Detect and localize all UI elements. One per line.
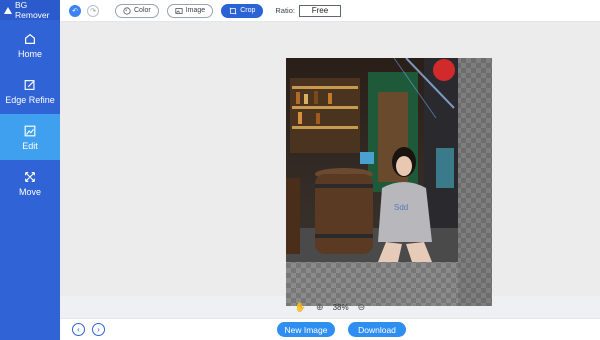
sidebar: BG Remover Home Edge Refine Edit Move: [0, 0, 60, 340]
brand: BG Remover: [0, 0, 60, 20]
zoom-level: 38%: [332, 302, 349, 312]
redo-icon: ↷: [90, 7, 96, 15]
crop-icon: [230, 7, 237, 14]
logo-icon: [4, 6, 12, 14]
ratio-label: Ratio:: [275, 6, 295, 15]
sidebar-item-edge-refine[interactable]: Edge Refine: [0, 68, 60, 114]
zoom-out-icon[interactable]: ⊖: [358, 302, 366, 313]
home-icon: [25, 33, 35, 44]
sidebar-item-label: Edit: [22, 140, 38, 151]
sidebar-item-label: Home: [17, 48, 42, 59]
photo-illustration: Sdd: [286, 58, 458, 262]
image-button[interactable]: Image: [166, 3, 214, 18]
svg-text:Sdd: Sdd: [394, 203, 408, 212]
image-label: Image: [185, 7, 206, 14]
color-button[interactable]: Color: [115, 3, 159, 18]
sidebar-item-move[interactable]: Move: [0, 160, 60, 206]
sidebar-item-label: Edge Refine: [5, 94, 55, 105]
bottom-bar: ‹ › New Image Download: [60, 318, 600, 340]
download-button[interactable]: Download: [348, 322, 406, 337]
undo-button[interactable]: ↶: [69, 4, 81, 17]
crop-button[interactable]: Crop: [221, 3, 264, 18]
chevron-right-icon: ›: [97, 325, 100, 334]
toolbar: ↶ ↷ Color Image Crop Ratio: Free: [60, 0, 600, 22]
redo-button[interactable]: ↷: [87, 4, 99, 17]
crop-overlay-right: [458, 58, 492, 306]
undo-icon: ↶: [72, 7, 78, 15]
sidebar-item-home[interactable]: Home: [0, 22, 60, 68]
editor-canvas[interactable]: Sdd: [60, 22, 600, 306]
move-arrows-icon: [25, 171, 35, 182]
zoom-controls: ✋ ⊕ 38% ⊖: [60, 298, 600, 316]
color-label: Color: [134, 7, 151, 14]
zoom-in-icon[interactable]: ⊕: [316, 302, 324, 313]
sidebar-item-edit[interactable]: Edit: [0, 114, 60, 160]
hand-icon[interactable]: ✋: [295, 302, 306, 313]
crop-label: Crop: [240, 7, 256, 14]
crop-edit-icon: [24, 125, 36, 136]
ratio-select[interactable]: Free: [298, 4, 341, 17]
image-icon: [175, 7, 183, 14]
chevron-left-icon: ‹: [77, 325, 80, 334]
preview-image[interactable]: Sdd: [286, 58, 458, 262]
palette-icon: [123, 6, 131, 15]
next-button[interactable]: ›: [92, 323, 105, 336]
sidebar-item-label: Move: [18, 186, 41, 197]
edit-box-icon: [24, 79, 35, 90]
app-title: BG Remover: [15, 0, 50, 20]
previous-button[interactable]: ‹: [72, 323, 85, 336]
new-image-button[interactable]: New Image: [277, 322, 335, 337]
